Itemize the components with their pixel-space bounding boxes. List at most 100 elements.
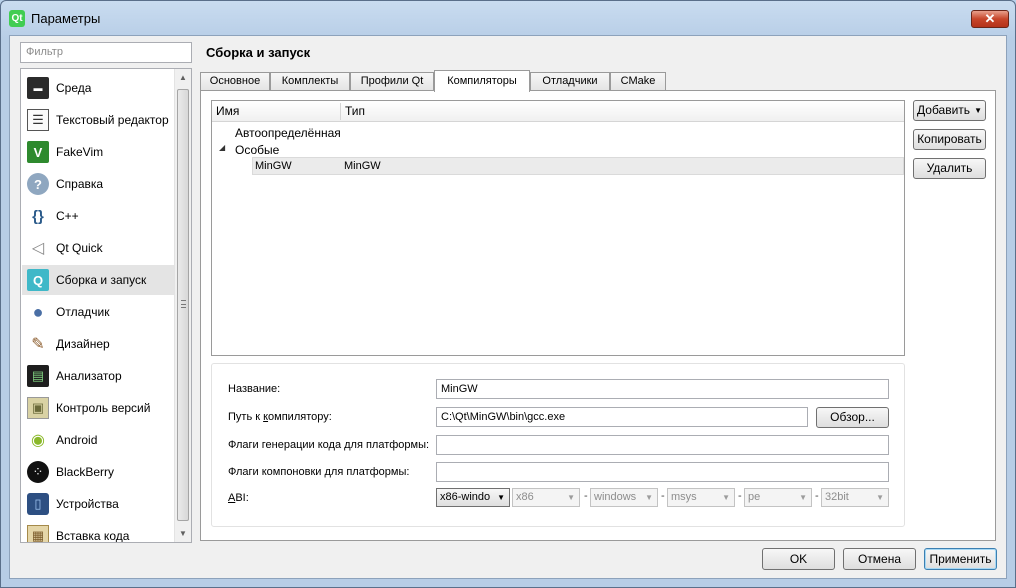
sidebar-item-android[interactable]: ◉ Android: [22, 425, 174, 455]
browse-button[interactable]: Обзор...: [816, 407, 889, 428]
scroll-down-arrow-icon[interactable]: ▼: [175, 525, 191, 542]
sidebar-item-designer[interactable]: ✎ Дизайнер: [22, 329, 174, 359]
ok-button[interactable]: OK: [762, 548, 835, 570]
sidebar-item-code-paste[interactable]: ▦ Вставка кода: [22, 521, 174, 542]
abi-word-width-select[interactable]: 32bit ▼: [821, 488, 889, 507]
sidebar-item-label: Дизайнер: [56, 337, 110, 351]
cancel-button[interactable]: Отмена: [843, 548, 916, 570]
sidebar-item-label: Android: [56, 433, 98, 447]
version-control-icon: ▣: [27, 397, 49, 419]
compiler-path-label: Путь к компилятору:: [228, 411, 332, 423]
sidebar-item-label: Устройства: [56, 497, 119, 511]
sidebar-item-help[interactable]: ? Справка: [22, 169, 174, 199]
sidebar-item-label: Анализатор: [56, 369, 122, 383]
sidebar-item-debugger[interactable]: ● Отладчик: [22, 297, 174, 327]
qt-creator-app-icon: Qt: [9, 10, 25, 27]
settings-window: Qt Параметры ✕ Фильтр ▬ Среда ☰ Текстовы…: [0, 0, 1016, 588]
sidebar-item-cpp[interactable]: {} C++: [22, 201, 174, 231]
expand-arrow-icon[interactable]: ◢: [219, 143, 225, 152]
tab-cmake[interactable]: CMake: [610, 72, 666, 91]
platform-codegen-flags-field[interactable]: [436, 435, 889, 455]
window-title: Параметры: [31, 11, 101, 26]
sidebar-item-label: Сборка и запуск: [56, 273, 147, 287]
add-compiler-button[interactable]: Добавить ▼: [913, 100, 986, 121]
chevron-down-icon: ▼: [722, 493, 730, 502]
cpp-icon: {}: [32, 207, 44, 225]
abi-separator: -: [584, 490, 588, 502]
sidebar-item-label: Справка: [56, 177, 104, 191]
remove-compiler-button[interactable]: Удалить: [913, 158, 986, 179]
apply-button[interactable]: Применить: [924, 548, 997, 570]
abi-separator: -: [661, 490, 665, 502]
scrollbar-thumb[interactable]: [177, 89, 189, 521]
abi-separator: -: [815, 490, 819, 502]
abi-separator: -: [738, 490, 742, 502]
abi-os-flavor-select[interactable]: msys ▼: [667, 488, 735, 507]
abi-select[interactable]: x86-windo ▼: [436, 488, 510, 507]
name-label: Название:: [228, 383, 281, 395]
close-window-button[interactable]: ✕: [971, 10, 1009, 28]
sidebar-item-label: Среда: [56, 81, 92, 95]
sidebar-item-label: Отладчик: [56, 305, 110, 319]
devices-icon: ▯: [27, 493, 49, 515]
code-paste-icon: ▦: [27, 525, 49, 542]
compiler-type-cell: MinGW: [344, 160, 381, 172]
tree-row-mingw[interactable]: MinGW MinGW: [252, 157, 904, 175]
chevron-down-icon: ▼: [645, 493, 653, 502]
abi-os-select[interactable]: windows ▼: [590, 488, 658, 507]
tab-compilers[interactable]: Компиляторы: [434, 70, 530, 92]
column-header-name[interactable]: Имя: [212, 101, 239, 122]
platform-linker-flags-field[interactable]: [436, 462, 889, 482]
abi-word-width-value: 32bit: [825, 491, 849, 503]
abi-architecture-value: x86: [516, 491, 534, 503]
title-bar: Qt Параметры ✕: [1, 1, 1015, 35]
scroll-up-arrow-icon[interactable]: ▲: [175, 69, 191, 86]
add-button-label: Добавить: [917, 103, 971, 117]
sidebar-item-label: Qt Quick: [56, 241, 103, 255]
tab-general[interactable]: Основное: [200, 72, 270, 91]
platform-linker-flags-label: Флаги компоновки для платформы:: [228, 466, 410, 478]
sidebar-item-qt-quick[interactable]: ◁ Qt Quick: [22, 233, 174, 263]
sidebar-scrollbar[interactable]: ▲ ▼: [174, 69, 191, 542]
sidebar-item-label: C++: [56, 209, 79, 223]
tab-debuggers[interactable]: Отладчики: [530, 72, 610, 91]
category-list: ▬ Среда ☰ Текстовый редактор V FakeVim ?…: [20, 68, 192, 543]
text-editor-icon: ☰: [27, 109, 49, 131]
sidebar-item-version-control[interactable]: ▣ Контроль версий: [22, 393, 174, 423]
chevron-down-icon: ▼: [497, 493, 505, 502]
sidebar-item-devices[interactable]: ▯ Устройства: [22, 489, 174, 519]
qt-quick-icon: ◁: [31, 240, 45, 257]
filter-input[interactable]: Фильтр: [20, 42, 192, 63]
tree-header: Имя Тип: [212, 101, 904, 122]
compiler-details-panel: Название: MinGW Путь к компилятору: C:\Q…: [211, 363, 905, 527]
compiler-path-field[interactable]: C:\Qt\MinGW\bin\gcc.exe: [436, 407, 808, 427]
column-header-type[interactable]: Тип: [341, 101, 365, 122]
sidebar-item-fakevim[interactable]: V FakeVim: [22, 137, 174, 167]
analyzer-icon: ▤: [27, 365, 49, 387]
path-label-suffix: омпилятору:: [268, 411, 332, 423]
android-icon: ◉: [31, 432, 45, 449]
abi-label-rest: BI:: [235, 492, 249, 504]
blackberry-icon: ⁘: [27, 461, 49, 483]
sidebar-item-text-editor[interactable]: ☰ Текстовый редактор: [22, 105, 174, 135]
abi-binary-format-select[interactable]: pe ▼: [744, 488, 812, 507]
tab-qt-versions[interactable]: Профили Qt: [350, 72, 434, 91]
sidebar-item-blackberry[interactable]: ⁘ BlackBerry: [22, 457, 174, 487]
chevron-down-icon: ▼: [876, 493, 884, 502]
abi-binary-format-value: pe: [748, 491, 761, 503]
sidebar-item-label: Текстовый редактор: [56, 113, 169, 127]
tab-kits[interactable]: Комплекты: [270, 72, 350, 91]
sidebar-item-analyzer[interactable]: ▤ Анализатор: [22, 361, 174, 391]
help-icon: ?: [27, 173, 49, 195]
tree-group-auto[interactable]: Автоопределённая: [235, 125, 341, 142]
abi-architecture-select[interactable]: x86 ▼: [512, 488, 580, 507]
copy-compiler-button[interactable]: Копировать: [913, 129, 986, 150]
sidebar-item-environment[interactable]: ▬ Среда: [22, 73, 174, 103]
name-field[interactable]: MinGW: [436, 379, 889, 399]
compiler-tree[interactable]: Имя Тип Автоопределённая ◢ Особые MinGW …: [211, 100, 905, 356]
platform-codegen-flags-label: Флаги генерации кода для платформы:: [228, 439, 430, 451]
sidebar-item-build-run[interactable]: Q Сборка и запуск: [22, 265, 174, 295]
fakevim-icon: V: [27, 141, 49, 163]
abi-select-value: x86-windo: [440, 491, 491, 503]
abi-os-flavor-value: msys: [671, 491, 697, 503]
